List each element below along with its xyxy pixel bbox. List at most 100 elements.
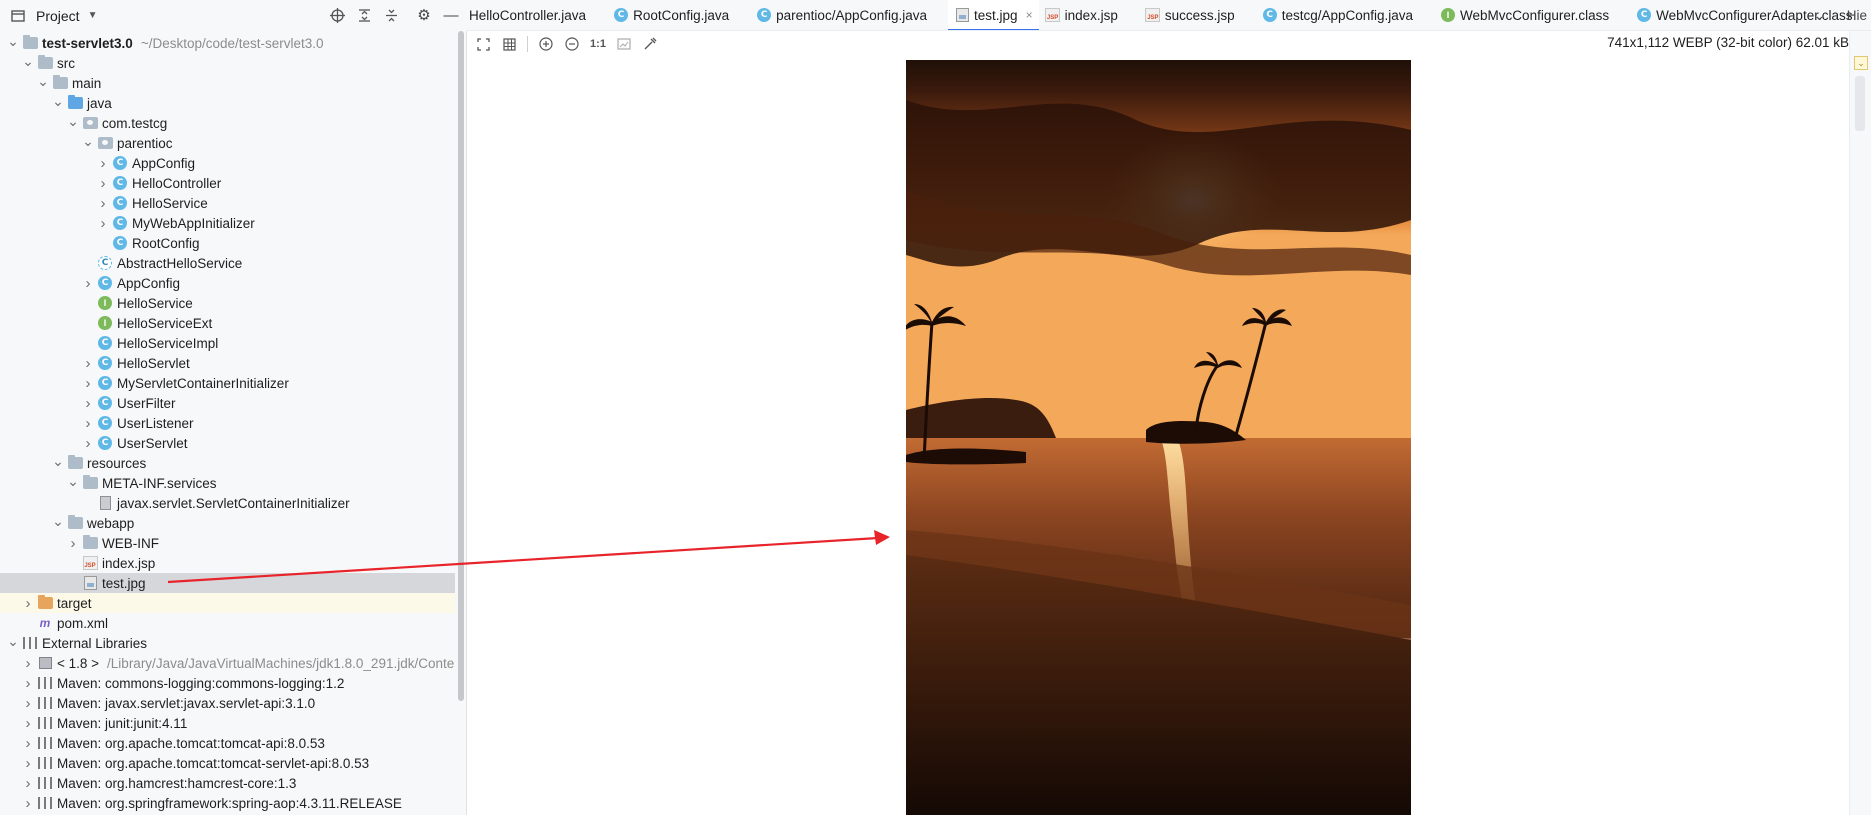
editor-tab[interactable]: JSPsuccess.jsp× [1139,0,1256,30]
tree-item[interactable]: › C HelloController [0,173,455,193]
editor-tab[interactable]: IWebMvcConfigurer.class× [1434,0,1630,30]
chevron-down-icon[interactable]: ⌄ [66,473,80,493]
tree-item[interactable]: › C UserFilter [0,393,455,413]
chevron-right-icon[interactable]: › [21,733,35,753]
editor-tab[interactable]: HelloController.java× [467,0,607,30]
tree-item[interactable]: I HelloService [0,293,455,313]
editor-tab[interactable]: CWebMvcConfigurerAdapter.class× [1630,0,1871,30]
chevron-right-icon[interactable]: › [21,593,35,613]
tab-list-chevron-icon[interactable]: ⌄ [1814,0,1825,30]
tab-overflow-label[interactable]: Hie [1847,0,1867,30]
chevron-right-icon[interactable]: › [81,273,95,293]
tree-item[interactable]: › C HelloServlet [0,353,455,373]
tree-item[interactable]: JSP index.jsp [0,553,455,573]
minimize-icon[interactable]: — [441,5,461,25]
tree-item[interactable]: I HelloServiceExt [0,313,455,333]
chevron-down-icon[interactable]: ⌄ [51,453,65,473]
chevron-down-icon[interactable]: ⌄ [6,33,20,53]
tree-scrollbar[interactable] [456,31,466,815]
editor-tab[interactable]: test.jpg × [948,0,1039,30]
project-tree[interactable]: ⌄ test-servlet3.0 ~/Desktop/code/test-serv… [0,31,455,815]
chevron-down-icon[interactable]: ⌄ [81,133,95,153]
tree-item[interactable]: › C UserServlet [0,433,455,453]
tree-item[interactable]: › Maven: org.apache.tomcat:tomcat-servlet… [0,753,455,773]
tree-item[interactable]: › Maven: junit:junit:4.11 [0,713,455,733]
locate-icon[interactable] [327,5,347,25]
tree-item[interactable]: › C UserListener [0,413,455,433]
chevron-down-icon[interactable]: ⌄ [51,513,65,533]
tree-item[interactable]: › < 1.8 > /Library/Java/JavaVirtualMachine… [0,653,455,673]
tree-item[interactable]: › C MyServletContainerInitializer [0,373,455,393]
chevron-down-icon[interactable]: ⌄ [51,93,65,113]
zoom-out-icon[interactable] [562,34,582,54]
tree-item[interactable]: › Maven: commons-logging:commons-logging:… [0,673,455,693]
chevron-right-icon[interactable]: › [81,433,95,453]
chevron-right-icon[interactable]: › [81,413,95,433]
color-picker-icon[interactable] [640,34,660,54]
chevron-right-icon[interactable]: › [81,373,95,393]
chevron-right-icon[interactable]: › [21,653,35,673]
chevron-right-icon[interactable]: › [21,773,35,793]
inspection-indicator-icon[interactable]: ⌄ [1854,56,1868,70]
gear-icon[interactable]: ⚙ [414,5,434,25]
fit-to-window-icon[interactable] [473,34,493,54]
tree-item[interactable]: C AbstractHelloService [0,253,455,273]
editor-scrollbar-thumb[interactable] [1855,76,1865,131]
tree-item[interactable]: ⌄ resources [0,453,455,473]
chevron-right-icon[interactable]: › [21,693,35,713]
tree-item[interactable]: m pom.xml [0,613,455,633]
background-icon[interactable] [614,34,634,54]
tree-scrollbar-thumb[interactable] [458,31,464,701]
tree-item[interactable]: ⌄ META-INF.services [0,473,455,493]
tree-item[interactable]: ⌄ parentioc [0,133,455,153]
tree-item[interactable]: ⌄ webapp [0,513,455,533]
chevron-right-icon[interactable]: › [96,213,110,233]
expand-all-icon[interactable] [354,5,374,25]
chevron-right-icon[interactable]: › [66,533,80,553]
tree-item[interactable]: › Maven: org.apache.tomcat:tomcat-api:8.0… [0,733,455,753]
zoom-in-icon[interactable] [536,34,556,54]
chevron-right-icon[interactable]: › [81,353,95,373]
tree-item[interactable]: ⌄ com.testcg [0,113,455,133]
tree-item[interactable]: › Maven: javax.servlet:javax.servlet-api:… [0,693,455,713]
chevron-right-icon[interactable]: › [21,673,35,693]
tree-item[interactable]: › WEB-INF [0,533,455,553]
tree-item[interactable]: › C MyWebAppInitializer [0,213,455,233]
tree-item[interactable]: › C HelloService [0,193,455,213]
tree-item[interactable]: test.jpg [0,573,455,593]
tree-item[interactable]: ⌄ java [0,93,455,113]
chevron-right-icon[interactable]: › [81,393,95,413]
collapse-all-icon[interactable] [381,5,401,25]
actual-size-button[interactable]: 1:1 [588,34,608,54]
chevron-right-icon[interactable]: › [96,193,110,213]
chevron-right-icon[interactable]: › [21,753,35,773]
tree-item[interactable]: ⌄ test-servlet3.0 ~/Desktop/code/test-serv… [0,33,455,53]
chevron-right-icon[interactable]: › [96,153,110,173]
editor-tab[interactable]: Cparentioc/AppConfig.java× [750,0,948,30]
tree-item[interactable]: › target [0,593,455,613]
editor-tab[interactable]: Ctestcg/AppConfig.java× [1256,0,1434,30]
chevron-down-icon[interactable]: ⌄ [36,73,50,93]
tree-item[interactable]: ⌄ main [0,73,455,93]
editor-tab[interactable]: CRootConfig.java× [607,0,750,30]
tree-item[interactable]: › C AppConfig [0,153,455,173]
tree-item[interactable]: C HelloServiceImpl [0,333,455,353]
tree-item[interactable]: ⌄ src [0,53,455,73]
chevron-down-icon[interactable]: ▼ [88,10,98,21]
grid-icon[interactable] [499,34,519,54]
chevron-right-icon[interactable]: › [21,793,35,813]
chevron-down-icon[interactable]: ⌄ [21,53,35,73]
close-icon[interactable]: × [1026,8,1033,22]
tree-item[interactable]: ⌄ External Libraries [0,633,455,653]
tree-item[interactable]: javax.servlet.ServletContainerInitialize… [0,493,455,513]
chevron-down-icon[interactable]: ⌄ [66,113,80,133]
tree-item[interactable]: C RootConfig [0,233,455,253]
chevron-right-icon[interactable]: › [21,713,35,733]
tree-item[interactable]: › C AppConfig [0,273,455,293]
chevron-down-icon[interactable]: ⌄ [6,633,20,653]
project-panel-title[interactable]: Project [36,8,80,24]
tree-item[interactable]: › Maven: org.hamcrest:hamcrest-core:1.3 [0,773,455,793]
chevron-right-icon[interactable]: › [96,173,110,193]
tree-item[interactable]: › Maven: org.springframework:spring-aop:4… [0,793,455,813]
editor-tab[interactable]: JSPindex.jsp× [1039,0,1139,30]
